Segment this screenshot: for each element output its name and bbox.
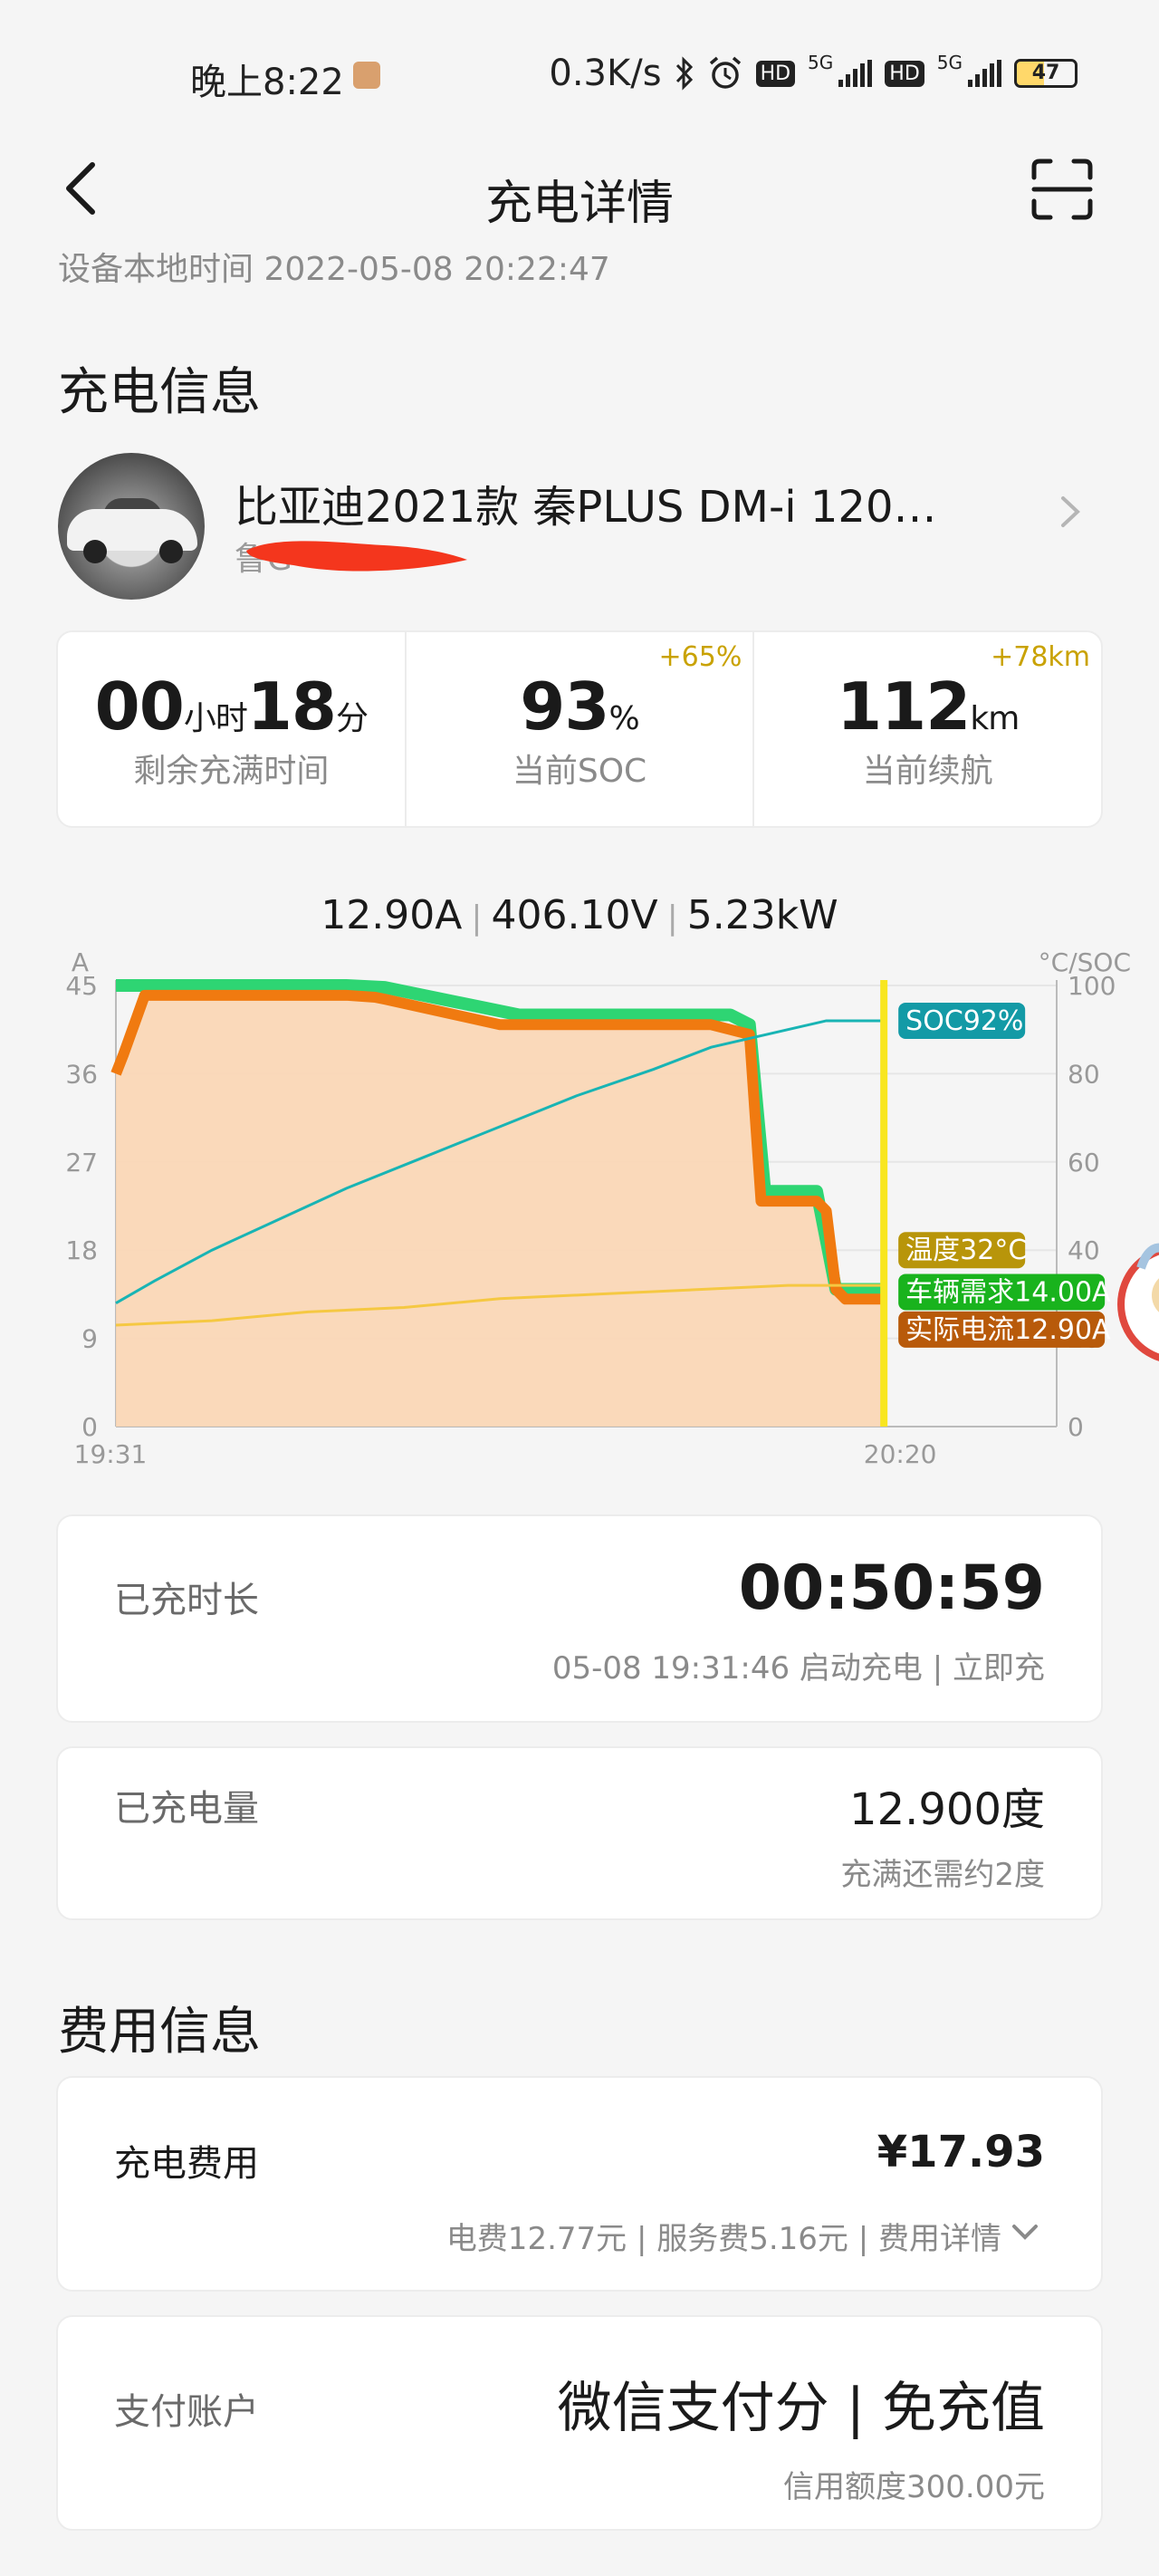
status-indicators: 0.3K/s HD 5G HD 5G 47 [549, 52, 1078, 94]
readout-current: 12.90A [321, 892, 463, 938]
charged-energy-card: 已充电量 12.900度 充满还需约2度 [56, 1746, 1103, 1920]
status-time: 晚上8:22 [190, 62, 344, 103]
car-avatar [58, 453, 205, 600]
soc-tag: SOC92% [905, 1005, 1023, 1037]
alarm-icon [709, 56, 741, 89]
x-tick-end: 20:20 [864, 1439, 937, 1469]
energy-sub: 充满还需约2度 [840, 1857, 1045, 1893]
left-tick-label: 27 [65, 1148, 98, 1177]
stat-label: 当前SOC [512, 753, 647, 790]
payment-value: 微信支付分 | 免充值 [557, 2377, 1045, 2440]
bluetooth-icon [675, 56, 693, 91]
signal-icon-1 [838, 60, 873, 87]
chart-readout: 12.90A | 406.10V | 5.23kW [321, 892, 838, 938]
charged-duration-card: 已充时长 00:50:59 05-08 19:31:46 启动充电 | 立即充 [56, 1514, 1103, 1723]
signal-icon-2 [968, 60, 1001, 87]
left-tick-label: 0 [81, 1412, 98, 1442]
charge-stats-card: 00小时18分 剩余充满时间 +65% 93% 当前SOC +78km 112k… [56, 630, 1103, 828]
stat-soc: +65% 93% 当前SOC [404, 632, 753, 826]
fee-card: 充电费用 ¥17.93 电费12.77元 | 服务费5.16元 | 费用详情 [56, 2076, 1103, 2292]
duration-value: 00:50:59 [738, 1552, 1045, 1624]
right-axis-label: °C/SOC [1039, 947, 1131, 977]
left-tick-label: 9 [81, 1324, 98, 1354]
right-tick-label: 60 [1068, 1148, 1100, 1177]
app-notification-icon [353, 62, 380, 89]
actual-current-area [116, 995, 885, 1427]
right-tick-label: 0 [1068, 1412, 1084, 1442]
duration-sub: 05-08 19:31:46 启动充电 | 立即充 [551, 1650, 1045, 1687]
mascot-sticker-icon[interactable] [1114, 1232, 1159, 1377]
page-title: 充电详情 [484, 177, 674, 231]
network-type-1: 5G [808, 52, 834, 73]
payment-card: 支付账户 微信支付分 | 免充值 信用额度300.00元 [56, 2315, 1103, 2531]
fee-label: 充电费用 [114, 2143, 259, 2185]
charge-info-title: 充电信息 [58, 363, 261, 422]
duration-label: 已充时长 [114, 1580, 259, 1621]
device-local-time: 设备本地时间 2022-05-08 20:22:47 [58, 251, 610, 288]
charging-chart-svg[interactable]: 0092018402760368045100A°C/SOC19:3120:20S… [0, 942, 1159, 1476]
energy-value: 12.900度 [849, 1784, 1045, 1835]
plate-redaction [246, 541, 467, 572]
left-tick-label: 18 [65, 1235, 98, 1265]
readout-power: 5.23kW [686, 892, 838, 938]
scan-icon[interactable] [1030, 158, 1094, 221]
actual-tag: 实际电流12.90A [905, 1314, 1111, 1346]
charging-chart[interactable]: 0092018402760368045100A°C/SOC19:3120:20S… [0, 942, 1159, 1476]
stat-label: 剩余充满时间 [133, 753, 330, 790]
network-type-2: 5G [936, 52, 963, 73]
readout-voltage: 406.10V [491, 892, 658, 938]
stat-range: +78km 112km 当前续航 [752, 632, 1101, 826]
fee-value: ¥17.93 [876, 2127, 1045, 2177]
fee-breakdown[interactable]: 电费12.77元 | 服务费5.16元 | 费用详情 [446, 2214, 1001, 2258]
right-tick-label: 80 [1068, 1059, 1100, 1089]
stat-label: 当前续航 [862, 753, 993, 790]
car-row[interactable]: 比亚迪2021款 秦PLUS DM-i 120… 鲁G [58, 453, 1099, 602]
chevron-right-icon[interactable] [1052, 489, 1088, 534]
fee-info-title: 费用信息 [58, 2003, 261, 2062]
nav-bar: 充电详情 [0, 145, 1159, 254]
credit-limit: 信用额度300.00元 [783, 2469, 1045, 2505]
temperature-tag: 温度32°C [905, 1235, 1027, 1266]
status-bar: 晚上8:22 0.3K/s HD 5G HD 5G 47 [0, 0, 1159, 145]
x-tick-start: 19:31 [74, 1439, 148, 1469]
demand-tag: 车辆需求14.00A [905, 1276, 1111, 1308]
network-speed: 0.3K/s [549, 53, 662, 94]
right-tick-label: 40 [1068, 1235, 1100, 1265]
energy-label: 已充电量 [114, 1788, 259, 1830]
payment-label: 支付账户 [114, 2391, 259, 2433]
left-tick-label: 36 [65, 1059, 98, 1089]
hd-badge-1: HD [755, 60, 796, 87]
chevron-down-icon[interactable] [1009, 2219, 1041, 2246]
left-axis-label: A [72, 947, 89, 977]
battery-icon: 47 [1014, 59, 1078, 88]
hd-badge-2: HD [885, 60, 924, 87]
stat-remaining-time: 00小时18分 剩余充满时间 [58, 632, 405, 826]
